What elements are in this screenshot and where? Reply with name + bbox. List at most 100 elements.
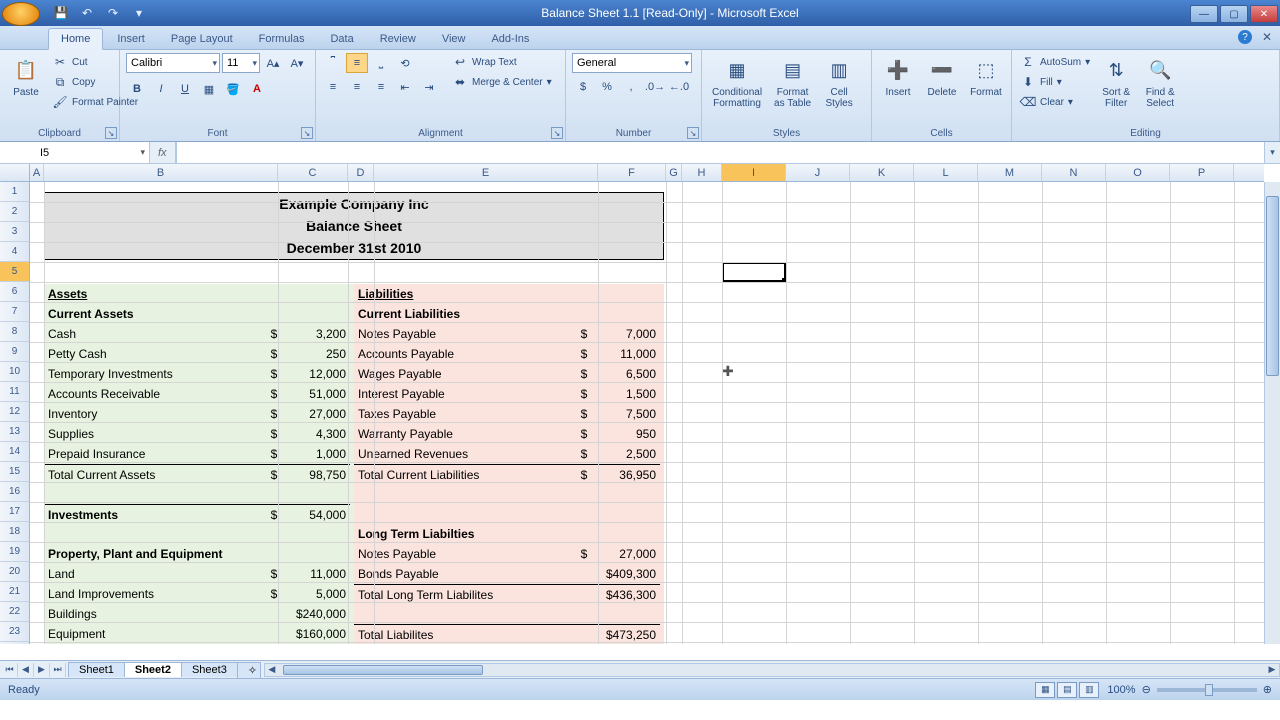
row-header-2[interactable]: 2	[0, 202, 29, 222]
find-select-button[interactable]: 🔍Find & Select	[1140, 53, 1180, 111]
row-header-4[interactable]: 4	[0, 242, 29, 262]
format-cells-button[interactable]: ⬚Format	[966, 53, 1006, 100]
font-size-combo[interactable]: 11	[222, 53, 260, 73]
row-header-15[interactable]: 15	[0, 462, 29, 482]
column-header-I[interactable]: I	[722, 164, 786, 181]
row-header-12[interactable]: 12	[0, 402, 29, 422]
sheet-tab-1[interactable]: Sheet1	[68, 662, 125, 677]
sheet-tab-3[interactable]: Sheet3	[181, 662, 238, 677]
decrease-indent-icon[interactable]: ⇤	[394, 77, 416, 97]
align-center-icon[interactable]: ≡	[346, 77, 368, 97]
help-icon[interactable]: ?	[1238, 30, 1252, 44]
delete-cells-button[interactable]: ➖Delete	[922, 53, 962, 100]
zoom-slider[interactable]	[1157, 688, 1257, 692]
row-header-11[interactable]: 11	[0, 382, 29, 402]
row-header-23[interactable]: 23	[0, 622, 29, 642]
sheet-tab-2[interactable]: Sheet2	[124, 662, 182, 677]
align-left-icon[interactable]: ≡	[322, 77, 344, 97]
sort-filter-button[interactable]: ⇅Sort & Filter	[1096, 53, 1136, 111]
number-launcher-icon[interactable]: ↘	[687, 127, 699, 139]
number-format-combo[interactable]: General	[572, 53, 692, 73]
tab-view[interactable]: View	[430, 29, 478, 49]
row-header-14[interactable]: 14	[0, 442, 29, 462]
formula-input[interactable]	[176, 142, 1264, 163]
border-button[interactable]: ▦	[198, 79, 220, 99]
new-sheet-button[interactable]: ✧	[237, 662, 261, 678]
zoom-out-icon[interactable]: ⊖	[1142, 683, 1151, 696]
column-header-L[interactable]: L	[914, 164, 978, 181]
font-color-button[interactable]: A	[246, 79, 268, 99]
row-header-7[interactable]: 7	[0, 302, 29, 322]
column-header-K[interactable]: K	[850, 164, 914, 181]
expand-formula-bar-icon[interactable]: ▾	[1264, 142, 1280, 163]
fill-button[interactable]: ⬇Fill ▾	[1018, 73, 1092, 91]
tab-insert[interactable]: Insert	[105, 29, 157, 49]
orientation-icon[interactable]: ⟲	[394, 53, 416, 73]
column-headers[interactable]: ABCDEFGHIJKLMNOP	[30, 164, 1264, 182]
column-header-N[interactable]: N	[1042, 164, 1106, 181]
insert-cells-button[interactable]: ➕Insert	[878, 53, 918, 100]
currency-icon[interactable]: $	[572, 77, 594, 97]
paste-button[interactable]: 📋 Paste	[6, 53, 46, 100]
office-button[interactable]	[2, 2, 40, 26]
row-header-1[interactable]: 1	[0, 182, 29, 202]
row-header-18[interactable]: 18	[0, 522, 29, 542]
close-button[interactable]: ✕	[1250, 5, 1278, 23]
decrease-decimal-icon[interactable]: ←.0	[668, 77, 690, 97]
italic-button[interactable]: I	[150, 79, 172, 99]
tab-review[interactable]: Review	[368, 29, 428, 49]
column-header-G[interactable]: G	[666, 164, 682, 181]
bold-button[interactable]: B	[126, 79, 148, 99]
row-header-3[interactable]: 3	[0, 222, 29, 242]
row-header-9[interactable]: 9	[0, 342, 29, 362]
column-header-P[interactable]: P	[1170, 164, 1234, 181]
undo-icon[interactable]: ↶	[76, 3, 98, 23]
row-header-6[interactable]: 6	[0, 282, 29, 302]
column-header-C[interactable]: C	[278, 164, 348, 181]
name-box[interactable]: I5	[0, 142, 150, 163]
normal-view-icon[interactable]: ▦	[1035, 682, 1055, 698]
maximize-button[interactable]: ▢	[1220, 5, 1248, 23]
tab-addins[interactable]: Add-Ins	[479, 29, 541, 49]
increase-font-icon[interactable]: A▴	[262, 53, 284, 73]
increase-decimal-icon[interactable]: .0→	[644, 77, 666, 97]
select-all-corner[interactable]	[0, 164, 30, 182]
decrease-font-icon[interactable]: A▾	[286, 53, 308, 73]
fx-icon[interactable]: fx	[158, 147, 167, 159]
minimize-button[interactable]: —	[1190, 5, 1218, 23]
row-header-22[interactable]: 22	[0, 602, 29, 622]
vertical-scrollbar[interactable]	[1264, 182, 1280, 644]
column-header-O[interactable]: O	[1106, 164, 1170, 181]
fill-color-button[interactable]: 🪣	[222, 79, 244, 99]
cells-area[interactable]: Example Company Inc Balance Sheet Decemb…	[30, 182, 1264, 644]
column-header-D[interactable]: D	[348, 164, 374, 181]
row-header-16[interactable]: 16	[0, 482, 29, 502]
tab-data[interactable]: Data	[318, 29, 365, 49]
column-header-F[interactable]: F	[598, 164, 666, 181]
row-header-17[interactable]: 17	[0, 502, 29, 522]
column-header-A[interactable]: A	[30, 164, 44, 181]
row-header-19[interactable]: 19	[0, 542, 29, 562]
redo-icon[interactable]: ↷	[102, 3, 124, 23]
row-header-20[interactable]: 20	[0, 562, 29, 582]
align-bottom-icon[interactable]: ⎵	[370, 53, 392, 73]
sheet-nav-prev-icon[interactable]: ◀	[18, 663, 34, 677]
align-top-icon[interactable]: ⎴	[322, 53, 344, 73]
clear-button[interactable]: ⌫Clear ▾	[1018, 93, 1092, 111]
align-middle-icon[interactable]: ≡	[346, 53, 368, 73]
close-workbook-icon[interactable]: ✕	[1262, 30, 1272, 44]
clipboard-launcher-icon[interactable]: ↘	[105, 127, 117, 139]
page-break-view-icon[interactable]: ▥	[1079, 682, 1099, 698]
row-header-5[interactable]: 5	[0, 262, 29, 282]
qat-customize-icon[interactable]: ▾	[128, 3, 150, 23]
percent-icon[interactable]: %	[596, 77, 618, 97]
sheet-nav-first-icon[interactable]: ⏮	[2, 663, 18, 677]
row-header-21[interactable]: 21	[0, 582, 29, 602]
column-header-M[interactable]: M	[978, 164, 1042, 181]
page-layout-view-icon[interactable]: ▤	[1057, 682, 1077, 698]
autosum-button[interactable]: ΣAutoSum ▾	[1018, 53, 1092, 71]
alignment-launcher-icon[interactable]: ↘	[551, 127, 563, 139]
sheet-nav-next-icon[interactable]: ▶	[34, 663, 50, 677]
row-headers[interactable]: 1234567891011121314151617181920212223	[0, 182, 30, 644]
font-name-combo[interactable]: Calibri	[126, 53, 220, 73]
